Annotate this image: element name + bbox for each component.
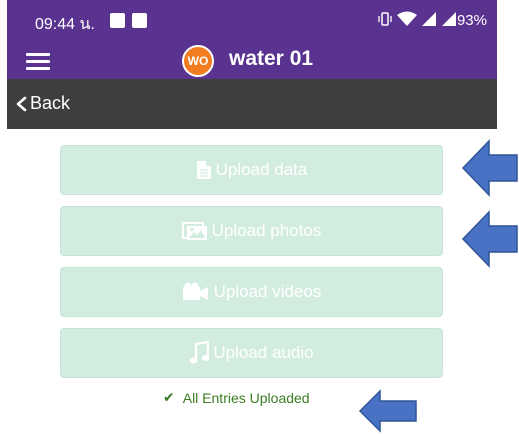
page-title: water 01 [229,47,314,70]
notification-icon [110,13,125,28]
music-note-icon [190,341,210,364]
arrow-left-icon [358,389,417,433]
arrow-left-icon [461,139,518,197]
menu-icon[interactable] [26,51,50,71]
back-label: Back [30,93,71,113]
photos-icon [181,222,207,240]
signal-icon [442,12,456,26]
nav-bar: Back [7,79,497,129]
battery-level: 93% [456,12,487,29]
upload-audio-button[interactable]: Upload audio [60,328,443,378]
app-badge: WO [182,45,214,77]
checkmark-icon: ✔ [163,389,175,405]
chevron-left-icon [16,96,27,111]
status-bar: 09:44 น. 93% [7,0,497,44]
upload-photos-label: Upload photos [211,221,322,240]
upload-data-button[interactable]: Upload data [60,145,443,195]
signal-icon [422,12,436,26]
upload-data-label: Upload data [215,160,308,179]
upload-videos-label: Upload videos [213,282,322,301]
upload-status-label: All Entries Uploaded [182,389,310,406]
wifi-icon [397,11,417,26]
status-time: 09:44 น. [35,16,95,33]
status-icons [377,11,457,27]
app-bar: WO water 01 [7,44,497,79]
arrow-left-icon [461,210,518,268]
upload-status: ✔ All Entries Uploaded [163,389,310,406]
upload-videos-button[interactable]: Upload videos [60,267,443,317]
notification-icon [132,13,147,28]
back-button[interactable]: Back [15,93,70,114]
upload-audio-label: Upload audio [213,343,314,362]
document-icon [196,161,211,179]
upload-photos-button[interactable]: Upload photos [60,206,443,256]
vibrate-icon [378,12,392,26]
video-camera-icon [182,282,208,300]
